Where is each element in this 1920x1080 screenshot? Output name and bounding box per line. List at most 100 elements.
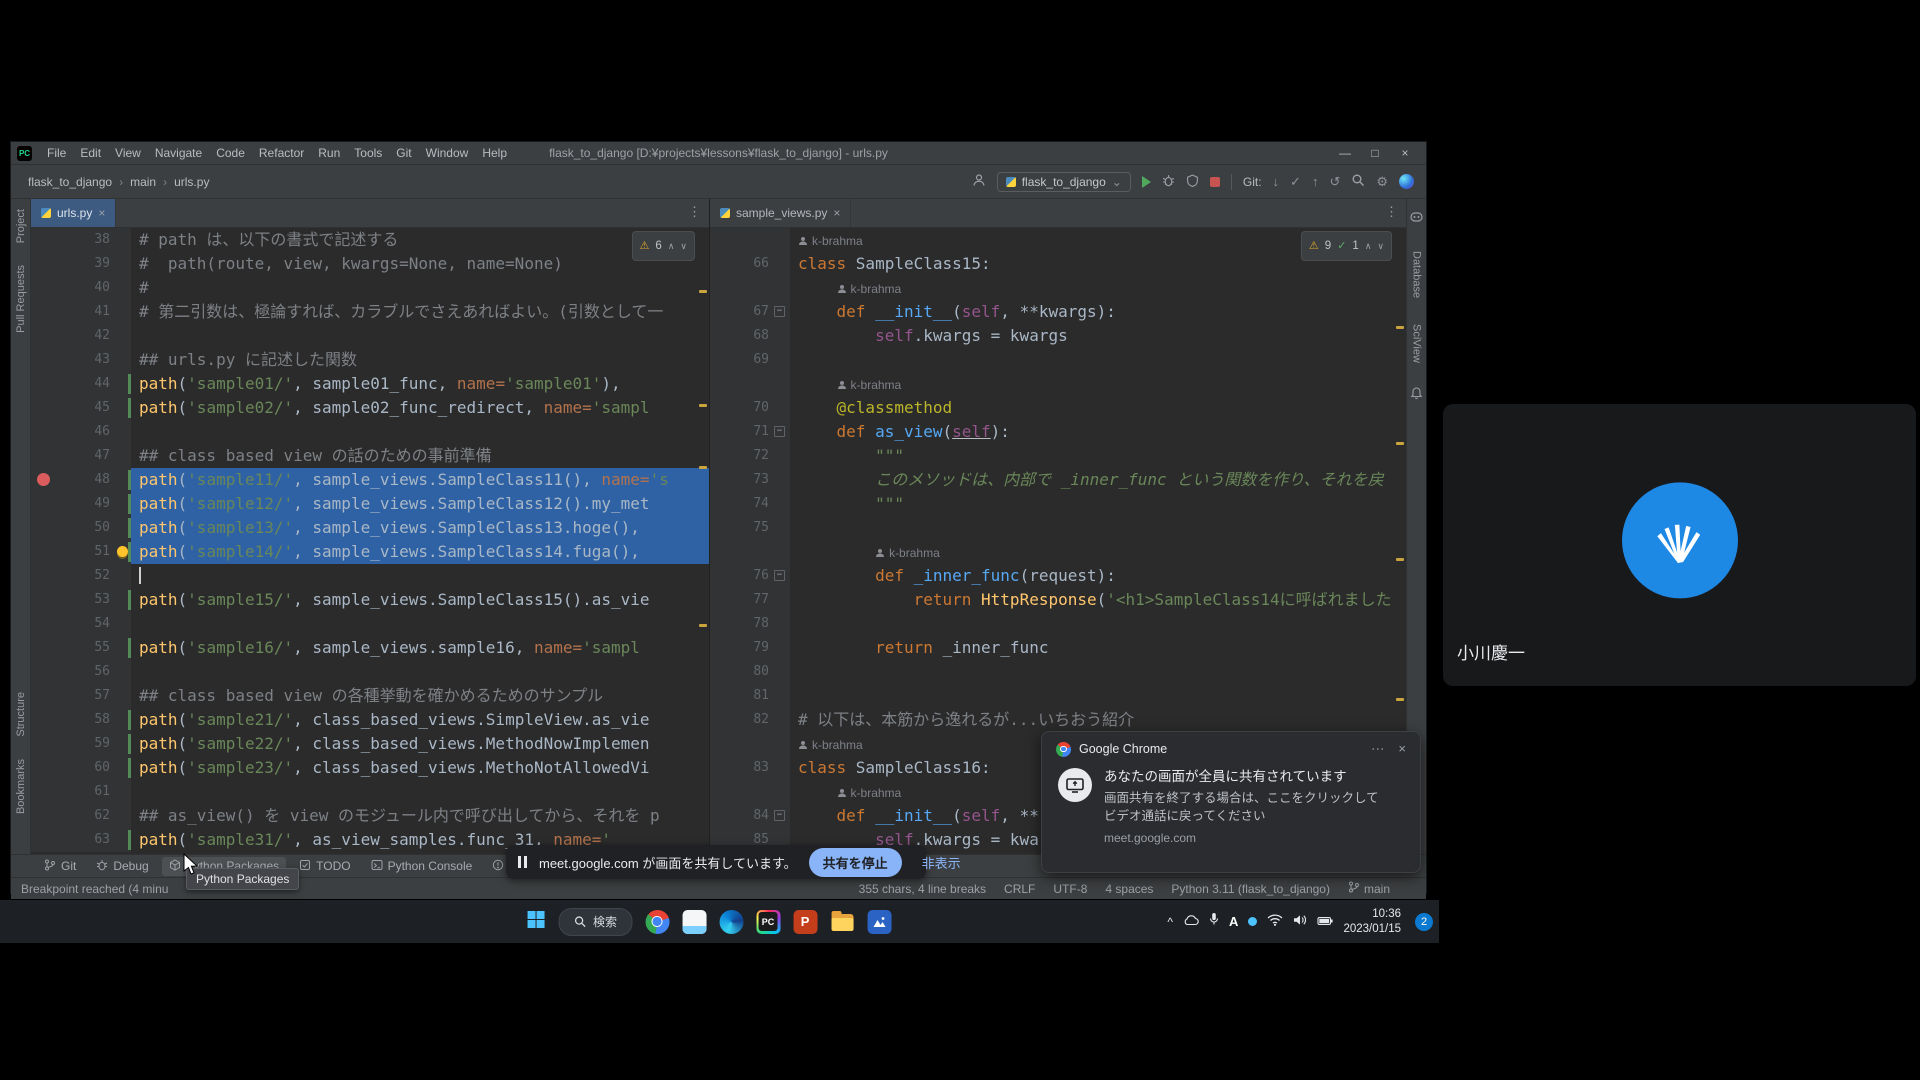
code-line[interactable]: 82# 以下は、本筋から逸れるが...いちおう紹介: [710, 708, 1406, 732]
code-line[interactable]: 40#: [31, 276, 709, 300]
code-line[interactable]: 43## urls.py に記述した関数: [31, 348, 709, 372]
profile-avatar-icon[interactable]: [1399, 174, 1414, 189]
tool-strip-label[interactable]: Database: [1411, 251, 1423, 298]
menu-item-navigate[interactable]: Navigate: [148, 146, 209, 160]
code-line[interactable]: 59path('sample22/', class_based_views.Me…: [31, 732, 709, 756]
breakpoint-dot[interactable]: [37, 473, 50, 486]
code-vision-author[interactable]: k-brahma: [889, 546, 940, 560]
code-line[interactable]: 41# 第二引数は、極論すれば、カラブルでさえあればよい。(引数として一: [31, 300, 709, 324]
tool-window-button-todo[interactable]: TODO: [292, 857, 357, 876]
fold-icon[interactable]: −: [774, 810, 785, 821]
tab-sample-views-py[interactable]: sample_views.py ×: [710, 199, 851, 227]
microphone-icon[interactable]: [1209, 912, 1219, 931]
menu-item-window[interactable]: Window: [419, 146, 476, 160]
breadcrumb-item[interactable]: flask_to_django: [23, 173, 117, 191]
code-line[interactable]: 80: [710, 660, 1406, 684]
code-line[interactable]: 71− def as_view(self):: [710, 420, 1406, 444]
coverage-button[interactable]: [1186, 174, 1199, 190]
status-segment[interactable]: Python 3.11 (flask_to_django): [1171, 882, 1330, 896]
git-commit-icon[interactable]: ✓: [1290, 174, 1301, 190]
status-segment[interactable]: 355 chars, 4 line breaks: [859, 882, 986, 896]
notes-taskbar-icon[interactable]: [682, 910, 706, 934]
tool-window-button-debug[interactable]: Debug: [89, 857, 155, 876]
tool-window-button-git[interactable]: Git: [37, 857, 83, 876]
tool-strip-label[interactable]: SciView: [1411, 324, 1423, 363]
code-vision-author[interactable]: k-brahma: [851, 378, 902, 392]
ime-indicator[interactable]: A: [1229, 914, 1238, 929]
intention-bulb-icon[interactable]: [117, 546, 128, 557]
menu-item-code[interactable]: Code: [209, 146, 252, 160]
bluetooth-status-icon[interactable]: [1248, 917, 1257, 926]
code-line[interactable]: 50path('sample13/', sample_views.SampleC…: [31, 516, 709, 540]
menu-item-edit[interactable]: Edit: [73, 146, 108, 160]
code-vision-author[interactable]: k-brahma: [851, 282, 902, 296]
wifi-icon[interactable]: [1267, 913, 1283, 931]
code-line[interactable]: 68 self.kwargs = kwargs: [710, 324, 1406, 348]
meet-participant-tile[interactable]: 小川慶一: [1443, 404, 1916, 686]
menu-item-help[interactable]: Help: [475, 146, 514, 160]
code-line[interactable]: k-brahma: [710, 540, 1406, 564]
prev-issue-icon[interactable]: ∧: [1365, 234, 1372, 258]
notifications-bell-icon[interactable]: [1410, 385, 1423, 404]
next-issue-icon[interactable]: ∨: [680, 234, 687, 258]
start-button[interactable]: [526, 910, 545, 934]
tool-strip-label[interactable]: Bookmarks: [15, 759, 27, 814]
taskbar-search[interactable]: 検索: [558, 908, 632, 936]
chrome-taskbar-icon[interactable]: [645, 910, 669, 934]
search-everywhere-icon[interactable]: [1351, 173, 1365, 190]
fold-icon[interactable]: −: [774, 306, 785, 317]
run-button[interactable]: [1142, 176, 1151, 188]
powerpoint-taskbar-icon[interactable]: P: [793, 910, 817, 934]
status-segment[interactable]: 4 spaces: [1105, 882, 1153, 896]
stop-button[interactable]: [1210, 177, 1220, 187]
battery-icon[interactable]: [1317, 913, 1333, 931]
right-inspection-widget[interactable]: ⚠ 9 ✓ 1 ∧ ∨: [1301, 231, 1392, 261]
fold-icon[interactable]: −: [774, 426, 785, 437]
stop-sharing-button[interactable]: 共有を停止: [809, 848, 902, 877]
git-push-icon[interactable]: ↑: [1312, 174, 1319, 189]
notification-close-icon[interactable]: ×: [1398, 741, 1406, 757]
menu-item-file[interactable]: File: [40, 146, 73, 160]
status-segment[interactable]: main: [1348, 881, 1390, 896]
tool-strip-label[interactable]: Pull Requests: [15, 265, 27, 333]
code-line[interactable]: 79 return _inner_func: [710, 636, 1406, 660]
maximize-button[interactable]: □: [1360, 142, 1390, 164]
code-vision-author[interactable]: k-brahma: [851, 786, 902, 800]
code-line[interactable]: 44path('sample01/', sample01_func, name=…: [31, 372, 709, 396]
hide-button[interactable]: 非表示: [914, 848, 969, 877]
code-line[interactable]: 54: [31, 612, 709, 636]
code-line[interactable]: 58path('sample21/', class_based_views.Si…: [31, 708, 709, 732]
code-line[interactable]: 75: [710, 516, 1406, 540]
close-button[interactable]: ×: [1390, 142, 1420, 164]
tray-chevron-icon[interactable]: ^: [1167, 915, 1173, 929]
pycharm-taskbar-icon[interactable]: PC: [756, 910, 780, 934]
code-line[interactable]: 76− def _inner_func(request):: [710, 564, 1406, 588]
code-line[interactable]: k-brahma: [710, 276, 1406, 300]
code-line[interactable]: 61: [31, 780, 709, 804]
code-line[interactable]: 46: [31, 420, 709, 444]
next-issue-icon[interactable]: ∨: [1377, 234, 1384, 258]
code-line[interactable]: 52: [31, 564, 709, 588]
code-line[interactable]: 69: [710, 348, 1406, 372]
code-line[interactable]: 81: [710, 684, 1406, 708]
fold-icon[interactable]: −: [774, 570, 785, 581]
tab-urls-py[interactable]: urls.py ×: [31, 199, 116, 227]
notification-count-badge[interactable]: 2: [1415, 913, 1433, 931]
code-line[interactable]: 72 """: [710, 444, 1406, 468]
menu-item-view[interactable]: View: [108, 146, 148, 160]
photos-taskbar-icon[interactable]: [867, 910, 891, 934]
code-line[interactable]: 62## as_view() を view のモジュール内で呼び出してから、それ…: [31, 804, 709, 828]
history-icon[interactable]: ↺: [1329, 174, 1340, 190]
menu-item-refactor[interactable]: Refactor: [252, 146, 311, 160]
settings-gear-icon[interactable]: ⚙: [1376, 174, 1388, 190]
code-line[interactable]: 39# path(route, view, kwargs=None, name=…: [31, 252, 709, 276]
status-segment[interactable]: CRLF: [1004, 882, 1035, 896]
breadcrumb-item[interactable]: urls.py: [169, 173, 214, 191]
code-line[interactable]: 67− def __init__(self, **kwargs):: [710, 300, 1406, 324]
code-line[interactable]: k-brahma: [710, 372, 1406, 396]
tab-close-icon[interactable]: ×: [98, 206, 105, 220]
code-line[interactable]: 51path('sample14/', sample_views.SampleC…: [31, 540, 709, 564]
minimize-button[interactable]: —: [1330, 142, 1360, 164]
code-vision-author[interactable]: k-brahma: [812, 234, 863, 248]
code-vision-author[interactable]: k-brahma: [812, 738, 863, 752]
